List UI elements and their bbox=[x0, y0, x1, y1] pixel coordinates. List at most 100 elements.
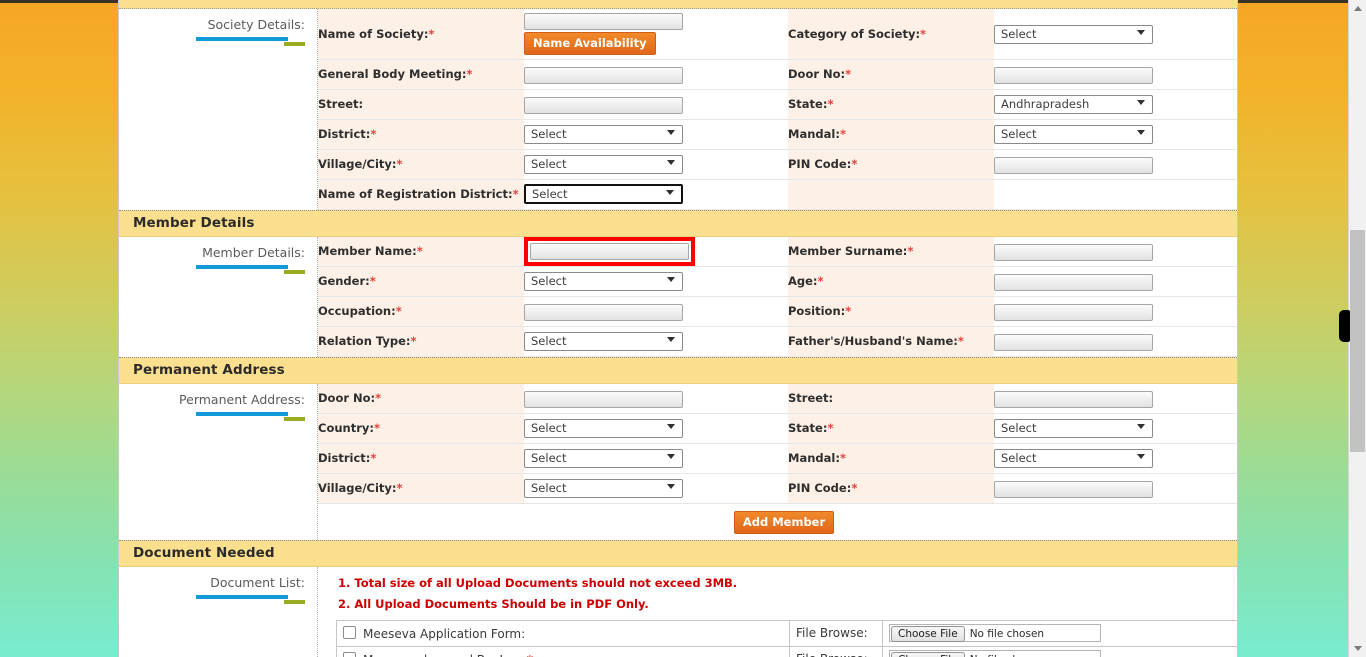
section-aside-society-details: Society Details: bbox=[119, 9, 318, 210]
scroll-up-arrow-icon[interactable] bbox=[1349, 0, 1366, 17]
scroll-down-arrow-icon[interactable] bbox=[1349, 640, 1366, 657]
input-right[interactable] bbox=[994, 333, 1153, 351]
document-note: 1. Total size of all Upload Documents sh… bbox=[338, 575, 738, 590]
input-right[interactable] bbox=[994, 243, 1153, 261]
label-cell-right: PIN Code:* bbox=[788, 149, 994, 180]
select-left[interactable]: Select bbox=[524, 272, 683, 291]
label-cell-left: Name of Registration District:* bbox=[318, 179, 524, 210]
required-asterisk: * bbox=[396, 481, 403, 495]
file-input[interactable]: Choose File No file chosen bbox=[889, 624, 1101, 642]
required-asterisk: * bbox=[395, 304, 402, 318]
input-left[interactable] bbox=[524, 13, 683, 31]
required-asterisk: * bbox=[851, 481, 858, 495]
required-asterisk: * bbox=[416, 244, 423, 258]
select-left[interactable]: Select bbox=[524, 479, 683, 498]
input-right[interactable] bbox=[994, 66, 1153, 84]
field-label-text: General Body Meeting: bbox=[318, 67, 467, 81]
label-cell-right: Position:* bbox=[788, 296, 994, 327]
select-value: Andhrapradesh bbox=[1001, 97, 1090, 111]
field-label-text: District: bbox=[318, 451, 371, 465]
label-cell-left: District:* bbox=[318, 119, 524, 150]
field-label-text: Occupation: bbox=[318, 304, 396, 318]
input-right[interactable] bbox=[994, 480, 1153, 498]
document-checkbox[interactable] bbox=[343, 625, 356, 639]
input-left[interactable] bbox=[524, 303, 683, 321]
select-left[interactable]: Select bbox=[524, 155, 683, 174]
field-label-text: Name of Society: bbox=[318, 26, 429, 41]
rule-olive bbox=[284, 416, 305, 421]
form-row: Door No:* Street: bbox=[318, 383, 1237, 414]
select-left[interactable]: Select bbox=[524, 332, 683, 351]
label-cell-right: Street: bbox=[788, 383, 994, 414]
label-cell-left: Relation Type:* bbox=[318, 326, 524, 357]
file-input[interactable]: Choose FileNo file chosen bbox=[889, 650, 1101, 657]
input-left[interactable] bbox=[524, 96, 683, 114]
section-fields-permanent-address: Door No:* Street: Country:* Select State:* Se… bbox=[318, 383, 1237, 540]
label-cell-right: Category of Society:* bbox=[788, 9, 994, 60]
required-asterisk: * bbox=[845, 304, 852, 318]
select-left[interactable]: Select bbox=[524, 184, 683, 205]
select-right[interactable]: Select bbox=[994, 449, 1153, 468]
document-needed-section: Document Needed Document List: 1. Total si… bbox=[119, 539, 1237, 657]
form-sections: Society Details: Name of Society: * Name Av… bbox=[119, 9, 1237, 540]
vertical-scrollbar[interactable] bbox=[1348, 0, 1366, 657]
select-right[interactable]: Andhrapradesh bbox=[994, 95, 1153, 114]
value-cell-right: Andhrapradesh bbox=[994, 89, 1237, 120]
choose-file-button[interactable]: Choose File bbox=[891, 652, 965, 657]
label-cell-left: Street: bbox=[318, 89, 524, 120]
select-value: Select bbox=[531, 157, 567, 171]
required-asterisk: * bbox=[396, 157, 403, 171]
input-right[interactable] bbox=[994, 273, 1153, 291]
input-right[interactable] bbox=[994, 303, 1153, 321]
scrollbar-thumb[interactable] bbox=[1350, 230, 1365, 452]
input-left[interactable] bbox=[524, 66, 683, 84]
value-cell-right: Select bbox=[994, 413, 1237, 444]
section-fields-member-details: Member Name:* Member Surname:* Gender:* Sel… bbox=[318, 236, 1237, 357]
section-body-member-details: Member Details: Member Name:* Member Surna… bbox=[119, 236, 1237, 357]
field-label-text: District: bbox=[318, 127, 371, 141]
choose-file-button[interactable]: Choose File bbox=[891, 626, 965, 642]
add-member-button[interactable]: Add Member bbox=[733, 510, 835, 534]
select-value: Select bbox=[531, 127, 567, 141]
field-label-text: Position: bbox=[788, 304, 846, 318]
field-label-text: Member Name: bbox=[318, 244, 417, 258]
input-right[interactable] bbox=[994, 390, 1153, 408]
label-cell-left: Gender:* bbox=[318, 266, 524, 297]
form-row: Village/City:* Select PIN Code:* bbox=[318, 149, 1237, 180]
field-label-text: State: bbox=[788, 421, 828, 435]
section-aside-label: Document List: bbox=[210, 574, 305, 590]
input-left[interactable] bbox=[524, 390, 683, 408]
required-asterisk: * bbox=[410, 334, 417, 348]
select-right[interactable]: Select bbox=[994, 24, 1153, 44]
highlight-outline bbox=[524, 236, 695, 266]
select-left[interactable]: Select bbox=[524, 125, 683, 144]
input-left[interactable] bbox=[530, 242, 689, 260]
file-browse-label-cell: File Browse: bbox=[789, 619, 883, 647]
label-cell-right: Father's/Husband's Name:* bbox=[788, 326, 994, 357]
field-label-text: Father's/Husband's Name: bbox=[788, 334, 958, 348]
select-left[interactable]: Select bbox=[524, 449, 683, 468]
chevron-down-icon bbox=[1137, 29, 1145, 35]
chevron-down-icon bbox=[1137, 424, 1145, 429]
select-right[interactable]: Select bbox=[994, 419, 1153, 438]
label-cell-right: PIN Code:* bbox=[788, 473, 994, 504]
no-file-chosen-text: No file chosen bbox=[969, 628, 1045, 640]
field-label-text: Name of Registration District: bbox=[318, 187, 513, 201]
value-cell-left: Select bbox=[524, 413, 788, 444]
label-cell-left: Occupation:* bbox=[318, 296, 524, 327]
rule-blue bbox=[196, 37, 288, 41]
document-checkbox[interactable] bbox=[343, 651, 356, 657]
chevron-down-icon bbox=[1137, 454, 1145, 459]
label-cell-right bbox=[788, 179, 994, 210]
document-list-area: 1. Total size of all Upload Documents sh… bbox=[318, 567, 1237, 657]
name-availability-button[interactable]: Name Availability bbox=[524, 32, 656, 56]
select-right[interactable]: Select bbox=[994, 125, 1153, 144]
required-asterisk: * bbox=[827, 421, 834, 435]
document-name-text: Memorandum and ByeLaw: bbox=[363, 653, 527, 657]
value-cell-right bbox=[994, 59, 1237, 90]
label-cell-left: General Body Meeting:* bbox=[318, 59, 524, 90]
select-left[interactable]: Select bbox=[524, 419, 683, 438]
input-right[interactable] bbox=[994, 156, 1153, 174]
field-label-text: Village/City: bbox=[318, 481, 397, 495]
aside-rule-decoration bbox=[119, 37, 305, 46]
